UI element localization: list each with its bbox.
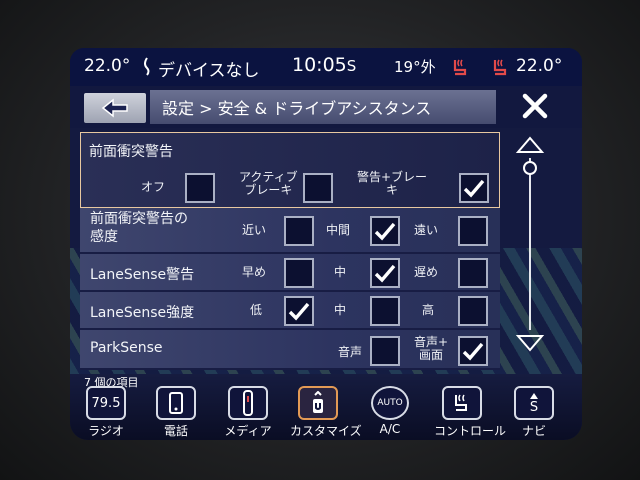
dock-label: A/C xyxy=(379,422,401,436)
dock-label: ナビ xyxy=(521,424,546,438)
option-label-late: 遅め xyxy=(414,265,439,279)
checkmark-icon xyxy=(288,302,310,321)
checkbox-warning-brake[interactable] xyxy=(459,173,489,203)
setting-row-parksense[interactable]: ParkSense 音声 音声+ 画面 xyxy=(80,330,500,370)
close-icon xyxy=(522,93,548,119)
option-label-warning-brake: 警告+ブレー キ xyxy=(357,170,428,197)
dock-ac[interactable]: AUTO A/C xyxy=(362,386,418,440)
option-label-sound-display: 音声+ 画面 xyxy=(414,335,449,362)
checkbox-off[interactable] xyxy=(185,173,215,203)
dock-label: カスタマイズ xyxy=(290,424,362,438)
outside-temperature: 19°外 xyxy=(394,58,436,76)
checkbox-far[interactable] xyxy=(458,216,488,246)
scroll-down-icon[interactable] xyxy=(515,335,545,352)
checkbox-sound[interactable] xyxy=(370,336,400,366)
bottom-dock: 7 個の項目 79.5 ラジオ 電話 メディア カスタマイズ AUTO A/C xyxy=(70,374,582,440)
dock-controls[interactable]: コントロール xyxy=(434,386,507,440)
checkbox-active-brake[interactable] xyxy=(303,173,333,203)
checkbox-late[interactable] xyxy=(458,258,488,288)
dock-radio[interactable]: 79.5 ラジオ xyxy=(78,386,134,440)
dock-phone[interactable]: 電話 xyxy=(148,386,204,440)
setting-label: LaneSense強度 xyxy=(90,305,195,321)
status-bar: 22.0° デバイスなし 10:05S 19°外 22.0° xyxy=(70,48,582,86)
option-label-mid: 中 xyxy=(334,303,347,317)
seat-heat-driver-icon[interactable] xyxy=(140,56,154,81)
dock-customize[interactable]: カスタマイズ xyxy=(290,386,362,440)
media-icon xyxy=(228,386,268,420)
checkmark-icon xyxy=(463,179,485,198)
option-label-sound: 音声 xyxy=(338,345,363,359)
controls-icon xyxy=(442,386,482,420)
settings-header: 設定 > 安全 & ドライブアシスタンス xyxy=(70,86,582,128)
setting-label: ParkSense xyxy=(90,340,163,356)
checkbox-low[interactable] xyxy=(284,296,314,326)
setting-row-lanesense-strength[interactable]: LaneSense強度 低 中 高 xyxy=(80,292,500,330)
setting-row-forward-collision-warning[interactable]: 前面衝突警告 オフ アクティブ ブレーキ 警告+ブレー キ xyxy=(80,132,500,208)
dock-navigation[interactable]: S ナビ xyxy=(506,386,562,440)
setting-label: LaneSense警告 xyxy=(90,267,195,283)
driver-temperature[interactable]: 22.0° xyxy=(84,56,130,76)
dock-media[interactable]: メディア xyxy=(220,386,276,440)
option-label-off: オフ xyxy=(141,180,166,194)
option-label-active-brake: アクティブ ブレーキ xyxy=(239,170,298,197)
dock-label: 電話 xyxy=(163,424,188,438)
back-button[interactable] xyxy=(84,93,146,123)
checkbox-near[interactable] xyxy=(284,216,314,246)
checkbox-mid[interactable] xyxy=(370,296,400,326)
setting-label: 前面衝突警告の 感度 xyxy=(90,211,188,245)
close-button[interactable] xyxy=(504,86,566,126)
infotainment-screen: 22.0° デバイスなし 10:05S 19°外 22.0° 設定 > 安全 &… xyxy=(70,48,582,440)
scrollbar[interactable] xyxy=(510,132,550,362)
scroll-thumb-icon[interactable] xyxy=(523,161,537,175)
checkbox-medium[interactable] xyxy=(370,216,400,246)
navigation-icon: S xyxy=(514,386,554,420)
setting-row-fcw-sensitivity[interactable]: 前面衝突警告の 感度 近い 中間 遠い xyxy=(80,208,500,254)
breadcrumb: 設定 > 安全 & ドライブアシスタンス xyxy=(150,90,496,124)
seat-heater-icon[interactable] xyxy=(450,57,470,82)
passenger-seat-heater-icon[interactable] xyxy=(490,57,510,82)
settings-list: 前面衝突警告 オフ アクティブ ブレーキ 警告+ブレー キ 前面衝突警告の 感度… xyxy=(80,128,500,406)
option-label-medium: 中間 xyxy=(326,223,351,237)
option-label-early: 早め xyxy=(242,265,267,279)
checkbox-high[interactable] xyxy=(458,296,488,326)
compass-arrow-icon xyxy=(530,392,538,399)
ac-icon: AUTO xyxy=(371,386,409,420)
checkmark-icon xyxy=(462,342,484,361)
customize-icon xyxy=(298,386,338,420)
checkbox-sound-display[interactable] xyxy=(458,336,488,366)
back-arrow-icon xyxy=(101,98,128,118)
setting-row-lanesense-warning[interactable]: LaneSense警告 早め 中 遅め xyxy=(80,254,500,292)
radio-icon: 79.5 xyxy=(86,386,126,420)
checkmark-icon xyxy=(374,222,396,241)
option-label-mid: 中 xyxy=(334,265,347,279)
device-status: デバイスなし xyxy=(158,61,260,81)
clock: 10:05S xyxy=(292,54,357,76)
dock-label: ラジオ xyxy=(88,424,124,438)
checkbox-early[interactable] xyxy=(284,258,314,288)
setting-label: 前面衝突警告 xyxy=(89,144,173,160)
dock-label: コントロール xyxy=(434,424,507,438)
checkbox-mid[interactable] xyxy=(370,258,400,288)
compass-letter: S xyxy=(529,399,539,415)
option-label-near: 近い xyxy=(242,223,267,237)
option-label-high: 高 xyxy=(422,303,435,317)
phone-icon xyxy=(156,386,196,420)
dock-label: メディア xyxy=(224,424,272,438)
passenger-temperature[interactable]: 22.0° xyxy=(516,56,562,76)
checkmark-icon xyxy=(374,264,396,283)
option-label-far: 遠い xyxy=(414,223,439,237)
scroll-up-icon[interactable] xyxy=(515,136,545,153)
option-label-low: 低 xyxy=(250,303,263,317)
